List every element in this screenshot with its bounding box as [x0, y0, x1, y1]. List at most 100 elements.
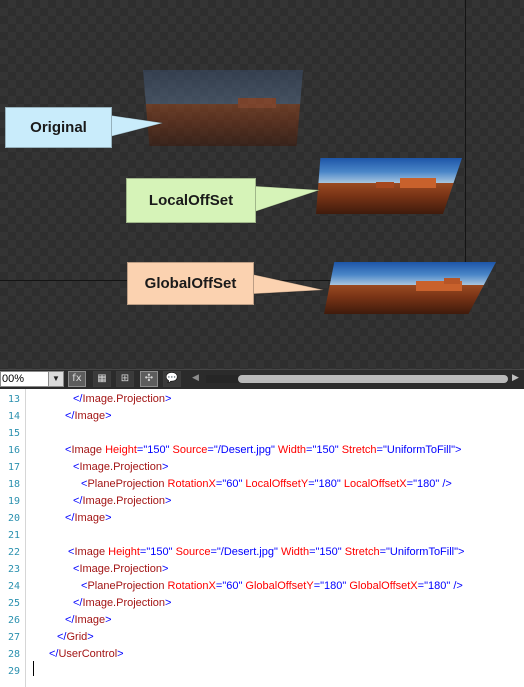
- original-image[interactable]: [143, 70, 303, 146]
- formula-button[interactable]: fx: [68, 371, 86, 387]
- code-token: >: [105, 614, 112, 626]
- scroll-left-icon[interactable]: ◀: [192, 373, 199, 383]
- xaml-editor[interactable]: 13 </Image.Projection> 14 </Image> 15 16 <Imag…: [0, 389, 524, 687]
- code-token: "/Desert.jpg": [216, 546, 278, 558]
- code-token: >: [458, 546, 465, 558]
- code-line[interactable]: <Image Height="150" Source="/Desert.jpg"…: [65, 442, 461, 459]
- code-token: >: [165, 393, 172, 405]
- code-token: Height: [102, 444, 137, 456]
- code-line[interactable]: </Image.Projection>: [73, 493, 171, 510]
- code-line[interactable]: <Image.Projection>: [73, 459, 168, 476]
- code-token: "60": [222, 478, 243, 490]
- line-number: 15: [7, 428, 20, 439]
- chevron-down-icon[interactable]: ▼: [48, 372, 63, 386]
- code-token: >: [454, 444, 462, 456]
- code-line[interactable]: </Image>: [65, 612, 112, 629]
- code-token: >: [105, 410, 112, 422]
- snap-grid-button[interactable]: ⊞: [116, 371, 134, 387]
- gutter-divider: [25, 389, 26, 687]
- snap-lines-button[interactable]: ✣: [140, 371, 158, 387]
- code-token: >: [105, 512, 112, 524]
- code-token: >: [161, 461, 169, 473]
- code-line[interactable]: </Image.Projection>: [73, 391, 171, 408]
- line-number: 28: [7, 649, 20, 660]
- local-offset-image[interactable]: [316, 158, 462, 214]
- code-token: >: [165, 495, 172, 507]
- code-token: Grid: [66, 631, 88, 643]
- code-token: "180": [424, 580, 451, 592]
- code-token: "UniformToFill": [386, 546, 459, 558]
- callout-original: Original: [5, 107, 165, 149]
- code-line[interactable]: <Image Height="150" Source="/Desert.jpg"…: [65, 544, 464, 561]
- code-token: Source: [169, 444, 208, 456]
- line-number: 23: [7, 564, 20, 575]
- design-surface[interactable]: Original LocalOffSet GlobalOffSet: [0, 0, 524, 369]
- code-token: Image: [74, 614, 106, 626]
- code-token: Image: [74, 512, 106, 524]
- code-line[interactable]: <PlaneProjection RotationX="60" LocalOff…: [81, 476, 452, 493]
- zoom-value: 00%: [2, 373, 25, 385]
- line-number: 27: [7, 632, 20, 643]
- code-line[interactable]: </Image>: [65, 408, 112, 425]
- code-token: Stretch: [341, 546, 380, 558]
- code-token: >: [165, 597, 172, 609]
- callout-local-label: LocalOffSet: [126, 178, 256, 223]
- scroll-right-icon[interactable]: ▶: [512, 373, 519, 383]
- code-token: "150": [312, 444, 339, 456]
- code-token: "180": [314, 478, 341, 490]
- code-token: >: [161, 563, 169, 575]
- code-token: PlaneProjection: [87, 580, 165, 592]
- zoom-combobox[interactable]: 00% ▼: [0, 371, 64, 387]
- text-caret: [33, 661, 34, 676]
- line-number: 13: [7, 394, 20, 405]
- code-token: GlobalOffsetY: [242, 580, 314, 592]
- code-token: Image: [71, 444, 103, 456]
- code-token: Image.Projection: [79, 563, 162, 575]
- code-line[interactable]: <Image.Projection>: [73, 561, 168, 578]
- grid-button[interactable]: ▦: [93, 371, 111, 387]
- code-token: Image.Projection: [82, 393, 166, 405]
- code-token: Stretch: [338, 444, 377, 456]
- code-token: />: [450, 580, 463, 592]
- line-number: 20: [7, 513, 20, 524]
- code-line[interactable]: </Image>: [65, 510, 112, 527]
- line-number: 22: [7, 547, 20, 558]
- code-token: >: [117, 648, 124, 660]
- callout-local: LocalOffSet: [126, 178, 322, 224]
- code-token: />: [439, 478, 452, 490]
- line-number: 26: [7, 615, 20, 626]
- line-number: 14: [7, 411, 20, 422]
- code-token: GlobalOffsetX: [346, 580, 418, 592]
- layout-guide-vertical: [465, 0, 466, 281]
- line-number: 21: [7, 530, 20, 541]
- code-token: Width: [277, 546, 310, 558]
- line-number: 18: [7, 479, 20, 490]
- line-number: 25: [7, 598, 20, 609]
- callout-original-label: Original: [5, 107, 112, 148]
- code-token: "UniformToFill": [382, 444, 455, 456]
- code-token: Image.Projection: [82, 597, 166, 609]
- callout-global: GlobalOffSet: [127, 262, 327, 305]
- code-token: Image: [74, 410, 106, 422]
- code-token: "60": [222, 580, 243, 592]
- designer-toolbar: 00% ▼ fx ▦ ⊞ ✣ 💬 ◀ ▶: [0, 369, 524, 390]
- code-token: "/Desert.jpg": [213, 444, 275, 456]
- code-token: UserControl: [58, 648, 118, 660]
- code-line[interactable]: </Image.Projection>: [73, 595, 171, 612]
- code-token: "180": [320, 580, 347, 592]
- code-token: PlaneProjection: [87, 478, 165, 490]
- scrollbar-thumb[interactable]: [238, 375, 508, 383]
- callout-global-label: GlobalOffSet: [127, 262, 254, 305]
- code-line[interactable]: <PlaneProjection RotationX="60" GlobalOf…: [81, 578, 463, 595]
- annotation-button[interactable]: 💬: [163, 371, 181, 387]
- code-token: >: [87, 631, 94, 643]
- line-number: 29: [7, 666, 20, 677]
- code-token: Source: [172, 546, 211, 558]
- code-line[interactable]: </UserControl>: [49, 646, 124, 663]
- code-token: "150": [143, 444, 170, 456]
- code-line[interactable]: </Grid>: [57, 629, 94, 646]
- code-token: RotationX: [164, 580, 216, 592]
- line-number: 19: [7, 496, 20, 507]
- code-token: RotationX: [164, 478, 216, 490]
- global-offset-image[interactable]: [324, 262, 496, 314]
